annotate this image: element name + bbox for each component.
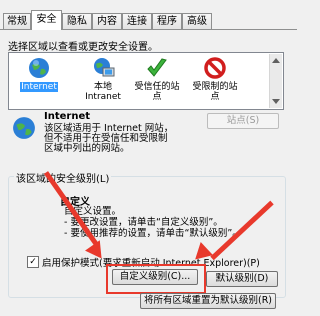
security-level-title: 该区域的安全级别(L) [14, 170, 112, 185]
tab-connections[interactable]: 连接 [122, 13, 152, 29]
zone-trusted[interactable]: 受信任的站 点 [133, 57, 181, 102]
highlight-box [106, 264, 206, 294]
zone-intranet[interactable]: 本地 Intranet [79, 57, 127, 102]
reset-all-zones-button[interactable]: 将所有区域重置为默认级别(R) [140, 293, 276, 309]
zone-restricted[interactable]: 受限制的站 点 [191, 57, 239, 102]
intranet-icon [92, 57, 115, 79]
sites-button[interactable]: 站点(S) [207, 113, 279, 129]
zone-list[interactable]: Internet 本地 Intranet 受信任的站 点 受限制的站 点 [8, 52, 284, 110]
tab-general[interactable]: 常规 [3, 13, 31, 29]
zone-internet[interactable]: Internet [15, 57, 63, 92]
restricted-icon [204, 57, 226, 79]
level-line: - 要更改设置，请单击“自定义级别”。 [64, 217, 223, 228]
zone-info-description: 该区域适用于 Internet 网站，但不适用于在受信任和受限制区域中列出的网站… [44, 123, 174, 154]
zone-label: 受限制的站 点 [192, 82, 238, 102]
checkmark-icon [146, 57, 168, 79]
zone-label: Internet [20, 82, 58, 92]
tab-privacy[interactable]: 隐私 [62, 13, 92, 29]
zone-label: 受信任的站 点 [134, 82, 180, 102]
level-line: 自定义设置。 [64, 206, 122, 217]
tab-programs[interactable]: 程序 [152, 13, 182, 29]
protected-mode-checkbox[interactable]: ✓ [27, 256, 39, 268]
default-level-button[interactable]: 默认级别(D) [206, 271, 278, 287]
scroll-up-icon[interactable] [272, 58, 280, 63]
zone-prompt: 选择区域以查看或更改安全设置。 [8, 42, 158, 53]
tab-security[interactable]: 安全 [31, 10, 62, 30]
tab-advanced[interactable]: 高级 [182, 13, 212, 29]
zone-list-scrollbar[interactable] [269, 54, 282, 108]
globe-icon [28, 57, 50, 79]
scroll-down-icon[interactable] [272, 99, 280, 104]
zone-label: 本地 Intranet [85, 82, 121, 102]
tab-content[interactable]: 内容 [92, 13, 122, 29]
globe-icon [12, 116, 36, 140]
zone-info-title: Internet [44, 111, 91, 122]
